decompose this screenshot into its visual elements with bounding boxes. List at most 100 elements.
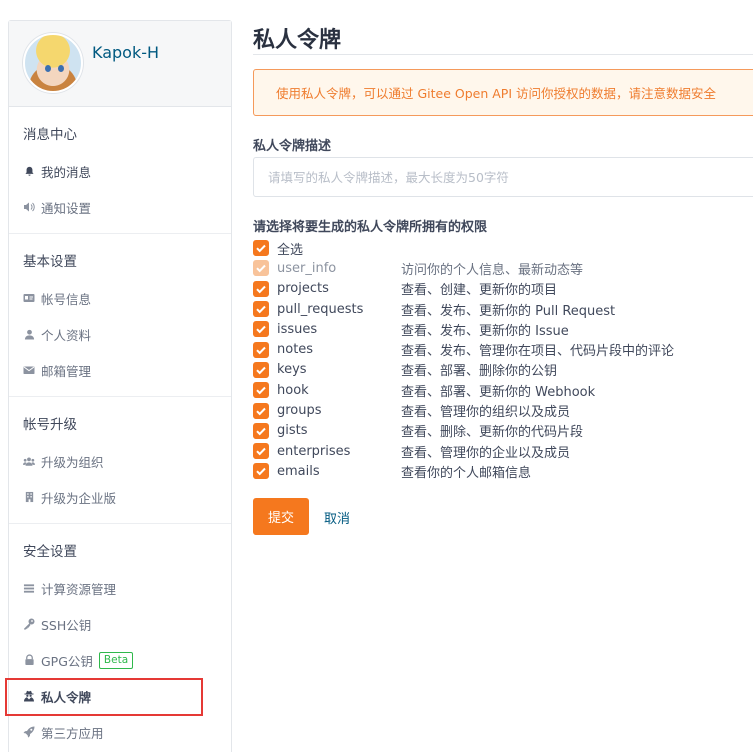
permission-name: enterprises [277,443,351,459]
permission-checkbox[interactable] [253,463,269,480]
permission-name: pull_requests [277,301,364,317]
permission-row-projects[interactable]: projects 查看、创建、更新你的项目 [253,279,753,299]
permission-name: notes [277,342,314,358]
sidebar-item-account-info[interactable]: 帐号信息 [9,280,231,316]
sidebar-item-label: 私人令牌 [41,689,92,705]
submit-button[interactable]: 提交 [253,498,309,535]
key-icon [23,618,35,630]
permission-description: 查看你的个人邮箱信息 [401,465,532,481]
permission-description: 查看、部署、删除你的公钥 [401,364,558,380]
permissions-list: 全选 user_info 访问你的个人信息、最新动态等 projects 查看、创建、… [253,238,753,482]
permission-name: hook [277,382,309,398]
permission-checkbox [253,260,269,277]
permission-checkbox[interactable] [253,301,269,318]
volume-icon [23,201,35,213]
select-all-checkbox[interactable] [253,240,269,257]
permission-name: user_info [277,260,337,276]
sidebar-group-security: 安全设置 计算资源管理 SSH公钥 GPG公钥 Beta 私人令牌 第三方应用 [5,524,231,752]
permission-checkbox[interactable] [253,402,269,419]
permission-checkbox[interactable] [253,341,269,358]
permission-description: 查看、管理你的组织以及成员 [401,405,571,421]
sidebar-item-label: 升级为企业版 [41,490,117,506]
building-icon [23,491,35,503]
permission-checkbox[interactable] [253,422,269,439]
description-input[interactable] [253,157,753,197]
permission-row-notes[interactable]: notes 查看、发布、管理你在项目、代码片段中的评论 [253,339,753,359]
permission-name: gists [277,423,308,439]
sidebar-item-profile[interactable]: 个人资料 [9,316,231,352]
permission-row-gists[interactable]: gists 查看、删除、更新你的代码片段 [253,421,753,441]
permission-name: groups [277,403,322,419]
permission-checkbox[interactable] [253,280,269,297]
sidebar-item-label: 升级为组织 [41,454,104,470]
title-divider [253,54,753,55]
sidebar-item-upgrade-enterprise[interactable]: 升级为企业版 [9,479,231,515]
permission-row-pull-requests[interactable]: pull_requests 查看、发布、更新你的 Pull Request [253,299,753,319]
permission-description: 查看、发布、更新你的 Pull Request [401,303,616,319]
select-all-label[interactable]: 全选 [277,239,401,258]
cancel-link[interactable]: 取消 [324,508,350,527]
rocket-icon [23,726,35,738]
avatar[interactable] [23,33,83,93]
sidebar-item-label: GPG公钥 [41,653,93,669]
permission-description: 查看、管理你的企业以及成员 [401,445,571,461]
notice-banner: 使用私人令牌，可以通过 Gitee Open API 访问你授权的数据，请注意数… [253,69,753,116]
permission-checkbox[interactable] [253,443,269,460]
permission-row-keys[interactable]: keys 查看、部署、删除你的公钥 [253,360,753,380]
sidebar-group-upgrade: 帐号升级 升级为组织 升级为企业版 [9,397,231,524]
permission-row-enterprises[interactable]: enterprises 查看、管理你的企业以及成员 [253,441,753,461]
sidebar-item-label: 邮箱管理 [41,363,92,379]
permission-description: 查看、发布、更新你的 Issue [401,323,569,339]
permission-description: 查看、部署、更新你的 Webhook [401,384,596,400]
sidebar-item-notification-settings[interactable]: 通知设置 [9,189,231,225]
permission-row-issues[interactable]: issues 查看、发布、更新你的 Issue [253,319,753,339]
select-all-row[interactable]: 全选 [253,238,753,258]
permission-row-hook[interactable]: hook 查看、部署、更新你的 Webhook [253,380,753,400]
permission-description: 查看、创建、更新你的项目 [401,283,558,299]
sidebar-item-label: 第三方应用 [41,725,104,741]
sidebar-group-title: 消息中心 [23,127,77,143]
sidebar-group-title: 安全设置 [23,544,77,560]
sidebar-item-email[interactable]: 邮箱管理 [9,352,231,388]
permission-checkbox[interactable] [253,361,269,378]
users-icon [23,455,35,467]
sidebar-group-title: 帐号升级 [23,417,77,433]
sidebar-item-private-tokens[interactable]: 私人令牌 [5,678,231,716]
permission-row-emails[interactable]: emails 查看你的个人邮箱信息 [253,461,753,481]
id-card-icon [23,292,35,304]
sidebar-group-title: 基本设置 [23,254,77,270]
permission-checkbox[interactable] [253,382,269,399]
permission-description: 查看、删除、更新你的代码片段 [401,425,584,441]
sidebar-item-gpg-keys[interactable]: GPG公钥 Beta [9,642,231,678]
sidebar-item-upgrade-org[interactable]: 升级为组织 [9,443,231,479]
settings-sidebar: Kapok-H 消息中心 我的消息 通知设置 基本设置 帐号信息 个人资料 邮箱… [5,20,232,752]
page-title: 私人令牌 [253,28,342,53]
sidebar-item-my-messages[interactable]: 我的消息 [9,153,231,189]
permission-description: 访问你的个人信息、最新动态等 [401,262,584,278]
mail-icon [23,364,35,376]
permissions-label: 请选择将要生成的私人令牌所拥有的权限 [253,220,488,235]
user-secret-icon [23,690,35,702]
sidebar-item-label: SSH公钥 [41,617,92,633]
sidebar-item-third-party-apps[interactable]: 第三方应用 [9,714,231,750]
sidebar-item-ssh-keys[interactable]: SSH公钥 [9,606,231,642]
lock-icon [23,654,35,666]
username[interactable]: Kapok-H [92,43,159,62]
sidebar-item-label: 计算资源管理 [41,581,117,597]
permission-checkbox[interactable] [253,321,269,338]
sidebar-group-messages: 消息中心 我的消息 通知设置 [9,107,231,234]
permission-description: 查看、发布、管理你在项目、代码片段中的评论 [401,344,675,360]
bell-icon [23,165,35,177]
sidebar-item-label: 我的消息 [41,164,92,180]
sidebar-item-label: 帐号信息 [41,291,92,307]
sidebar-group-basic: 基本设置 帐号信息 个人资料 邮箱管理 [9,234,231,397]
permission-name: keys [277,362,307,378]
permission-name: emails [277,463,320,479]
permission-name: projects [277,281,329,297]
sidebar-item-compute-resources[interactable]: 计算资源管理 [9,570,231,606]
permission-row-groups[interactable]: groups 查看、管理你的组织以及成员 [253,400,753,420]
list-icon [23,582,35,594]
description-label: 私人令牌描述 [253,139,332,154]
beta-badge: Beta [98,651,134,669]
permission-name: issues [277,321,318,337]
